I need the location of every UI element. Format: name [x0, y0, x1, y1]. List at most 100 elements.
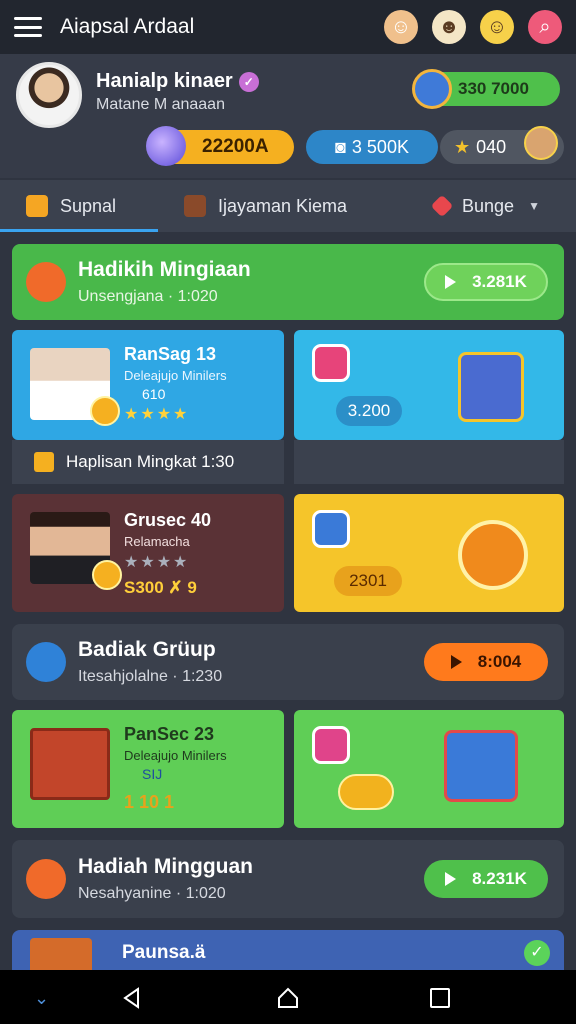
amount-value: 3.200 [347, 401, 391, 420]
card-footer-text: Haplisan Mingkat 1:30 [66, 452, 235, 471]
player-card-2[interactable]: Grusec 40 Relamacha ★★★★ S300 ✗ 9 [12, 494, 284, 612]
play-icon [450, 655, 462, 669]
weekly-reward-banner[interactable]: Hadikih Mingiaan Unsengjana · 1:020 3.28… [12, 244, 564, 320]
claim-button-label: 8.231K [472, 869, 527, 888]
claim-button[interactable]: 8.231K [424, 860, 548, 898]
amount-value: 2301 [349, 571, 387, 590]
system-nav-bar: ⌄ [0, 970, 576, 1024]
player-card-1[interactable]: RanSag 13 Deleajujo Minilers 610 ★★★★ [12, 330, 284, 440]
card-subtitle: Deleajujo Minilers [124, 748, 227, 763]
amount-pill: 2301 [334, 566, 402, 596]
mini-avatar [524, 126, 558, 160]
ticket-balance-pill[interactable]: ◙ 3 500K [306, 130, 438, 164]
badge-icon [312, 344, 350, 382]
badge-icon [312, 510, 350, 548]
chest-icon [26, 195, 48, 217]
globe-icon [26, 642, 66, 682]
blonde-avatar-icon[interactable]: ☺ [480, 10, 514, 44]
star-rating: ★★★★ [124, 554, 190, 571]
search-icon[interactable]: ⌕ [528, 10, 562, 44]
rocket-icon [26, 859, 66, 899]
tab-supnal[interactable]: Supnal [0, 180, 158, 232]
player-extra: 610 [142, 386, 166, 402]
group-reward-banner[interactable]: Badiak Grüup Itesahjolalne · 1:230 8:004 [12, 624, 564, 700]
play-icon [445, 275, 457, 289]
player-subtitle: Deleajujo Minilers [124, 368, 227, 383]
chest-icon [30, 938, 92, 970]
card-extra: SIJ [142, 766, 163, 782]
star-balance-pill[interactable]: ★ 040 [440, 126, 564, 164]
gift-icon [26, 262, 66, 302]
player-name: RanSag 13 [124, 344, 217, 364]
chef-icon[interactable]: ☻ [432, 10, 466, 44]
tab-label: Bunge [462, 195, 515, 216]
play-icon [445, 872, 457, 886]
banner-subtitle: Unsengjana · 1:020 [78, 288, 218, 305]
back-icon[interactable] [120, 986, 144, 1010]
banner-title: Hadikih Mingiaan [78, 258, 251, 281]
profile-name: Hanialp kinaer [96, 70, 233, 92]
recent-apps-icon[interactable] [430, 988, 450, 1008]
card-amount: 1 10 1 [124, 792, 175, 812]
tab-bunge[interactable]: Bunge ▼ [408, 180, 576, 232]
coin-stack-icon [338, 774, 394, 810]
coin-balance-value: 330 7000 [458, 79, 529, 98]
banner-subtitle: Itesahjolalne · 1:230 [78, 668, 223, 685]
treasure-card[interactable]: PanSec 23 Deleajujo Minilers SIJ 1 10 1 [12, 710, 284, 828]
avatar[interactable] [16, 62, 82, 128]
partial-card-title: Paunsa.ä [122, 942, 206, 963]
player-subtitle: Relamacha [124, 534, 190, 549]
chef-hat-icon [184, 195, 206, 217]
chevron-down-icon[interactable]: ▼ [528, 199, 540, 213]
profile-subtitle: Matane M anaaan [96, 96, 225, 113]
amount-pill: 3.200 [336, 396, 402, 426]
card-title: PanSec 23 [124, 724, 215, 744]
chevron-down-icon[interactable]: ⌄ [34, 988, 49, 1009]
clock-icon [34, 452, 54, 472]
badge-icon [312, 726, 350, 764]
ticket-balance-value: 3 500K [351, 136, 409, 157]
home-icon[interactable] [276, 986, 300, 1010]
orb-icon [146, 126, 186, 166]
top-bar: Aiapsal Ardaal ☺ ☻ ☺ ⌕ [0, 0, 576, 54]
coin-icon [92, 560, 122, 590]
menu-icon[interactable] [14, 17, 42, 37]
gem-balance-value: 22200A [202, 136, 269, 157]
partial-card[interactable]: Paunsa.ä ✓ [12, 930, 564, 970]
star-icon: ★ [454, 136, 471, 157]
tab-bar: Supnal Ijayaman Kiema Bunge ▼ [0, 180, 576, 232]
banner-subtitle: Nesahyanine · 1:020 [78, 885, 226, 902]
coins-card[interactable] [294, 710, 564, 828]
claim-button[interactable]: 3.281K [424, 263, 548, 301]
banner-title: Badiak Grüup [78, 638, 216, 661]
coin-avatar-icon [412, 69, 452, 109]
flag-icon [430, 194, 454, 218]
gem-balance-pill[interactable]: 22200A [146, 126, 294, 166]
claim-button[interactable]: 8:004 [424, 643, 548, 681]
coin-balance-pill[interactable]: 330 7000 [412, 69, 560, 109]
star-rating: ★★★★ [124, 406, 190, 423]
treasure-chest-icon [30, 728, 110, 800]
tab-label: Supnal [60, 195, 117, 216]
safe-icon [444, 730, 518, 802]
weekly-prize-banner[interactable]: Hadiah Mingguan Nesahyanine · 1:020 8.23… [12, 840, 564, 918]
slot-machine-icon [458, 352, 524, 422]
slot-card-footer [294, 440, 564, 484]
card-footer: Haplisan Mingkat 1:30 [12, 440, 284, 484]
trophy-card[interactable]: 2301 [294, 494, 564, 612]
app-title: Aiapsal Ardaal [60, 15, 195, 38]
player-name: Grusec 40 [124, 510, 212, 530]
slot-machine-card[interactable]: 3.200 [294, 330, 564, 440]
tab-label: Ijayaman Kiema [218, 195, 348, 216]
claim-button-label: 3.281K [472, 272, 527, 291]
mascot-icon [458, 520, 528, 590]
tab-ijayaman[interactable]: Ijayaman Kiema [158, 180, 408, 232]
player-amount: S300 ✗ 9 [124, 578, 197, 597]
ticket-icon: ◙ [335, 136, 346, 157]
verified-icon: ✓ [238, 71, 259, 92]
avatar-boy-icon[interactable]: ☺ [384, 10, 418, 44]
banner-title: Hadiah Mingguan [78, 855, 253, 878]
check-icon: ✓ [524, 940, 550, 966]
profile-header: Hanialp kinaer ✓ Matane M anaaan 330 7000… [0, 54, 576, 178]
star-balance-value: 040 [476, 136, 507, 157]
